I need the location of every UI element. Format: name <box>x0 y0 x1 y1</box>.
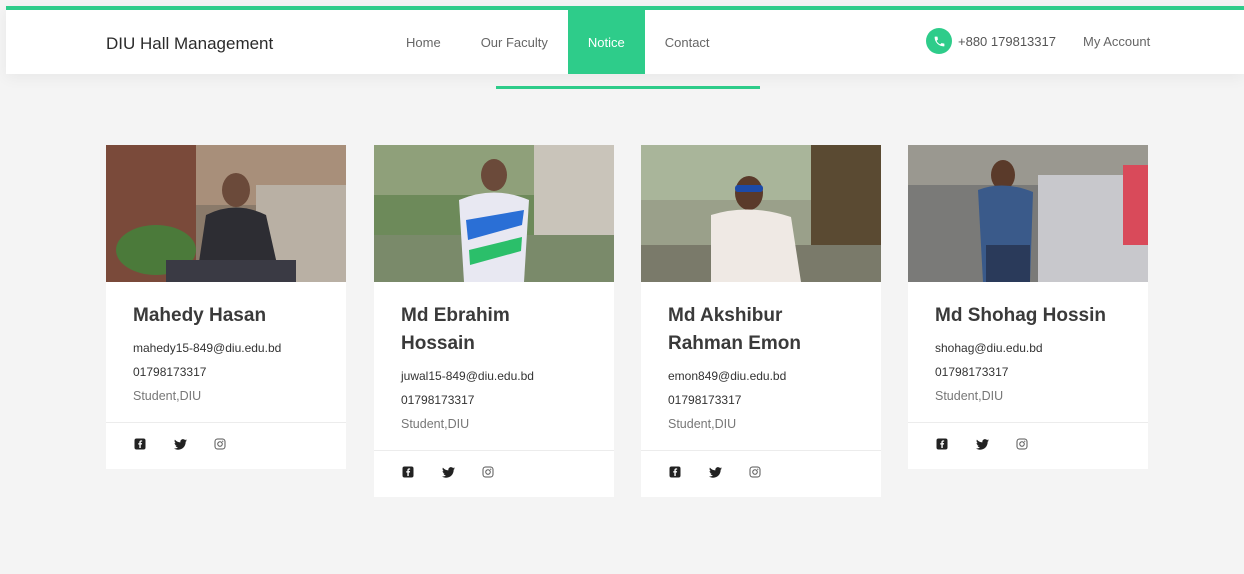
profile-photo <box>374 145 614 282</box>
instagram-icon[interactable] <box>748 465 762 479</box>
main-nav: Home Our Faculty Notice Contact <box>386 10 730 74</box>
member-phone: 01798173317 <box>401 393 475 407</box>
facebook-icon[interactable] <box>668 465 682 479</box>
team-card: Md Shohag Hossin shohag@diu.edu.bd 01798… <box>908 145 1148 469</box>
phone-contact[interactable]: +880 179813317 <box>926 28 1056 54</box>
twitter-icon[interactable] <box>441 465 455 479</box>
profile-photo <box>908 145 1148 282</box>
member-email: shohag@diu.edu.bd <box>935 341 1043 355</box>
member-phone: 01798173317 <box>935 365 1009 379</box>
member-name: Md Shohag Hossin <box>935 305 1106 326</box>
facebook-icon[interactable] <box>935 437 949 451</box>
twitter-icon[interactable] <box>173 437 187 451</box>
nav-our-faculty[interactable]: Our Faculty <box>461 10 568 74</box>
page: DIU Hall Management Home Our Faculty Not… <box>6 6 1244 574</box>
member-phone: 01798173317 <box>133 365 207 379</box>
nav-home[interactable]: Home <box>386 10 461 74</box>
social-links <box>106 423 346 469</box>
twitter-icon[interactable] <box>708 465 722 479</box>
member-role: Student,DIU <box>935 389 1004 403</box>
team-card: Md Ebrahim Hossain juwal15-849@diu.edu.b… <box>374 145 614 497</box>
instagram-icon[interactable] <box>481 465 495 479</box>
phone-icon <box>926 28 952 54</box>
member-email: emon849@diu.edu.bd <box>668 369 787 383</box>
profile-photo <box>106 145 346 282</box>
top-navbar: DIU Hall Management Home Our Faculty Not… <box>6 6 1244 74</box>
card-body: Md Ebrahim Hossain juwal15-849@diu.edu.b… <box>374 282 614 450</box>
my-account-link[interactable]: My Account <box>1083 34 1150 49</box>
member-name: Md Akshibur Rahman Emon <box>668 305 802 354</box>
card-body: Mahedy Hasan mahedy15-849@diu.edu.bd 017… <box>106 282 346 422</box>
nav-contact[interactable]: Contact <box>645 10 730 74</box>
section-divider <box>496 86 760 89</box>
team-card: Md Akshibur Rahman Emon emon849@diu.edu.… <box>641 145 881 497</box>
member-phone: 01798173317 <box>668 393 742 407</box>
facebook-icon[interactable] <box>401 465 415 479</box>
social-links <box>908 423 1148 469</box>
instagram-icon[interactable] <box>213 437 227 451</box>
profile-photo <box>641 145 881 282</box>
member-role: Student,DIU <box>668 417 737 431</box>
instagram-icon[interactable] <box>1015 437 1029 451</box>
member-name: Md Ebrahim Hossain <box>401 305 510 354</box>
brand-logo-text[interactable]: DIU Hall Management <box>106 34 273 54</box>
card-body: Md Shohag Hossin shohag@diu.edu.bd 01798… <box>908 282 1148 422</box>
member-role: Student,DIU <box>401 417 470 431</box>
member-role: Student,DIU <box>133 389 202 403</box>
member-name: Mahedy Hasan <box>133 305 267 326</box>
member-email: mahedy15-849@diu.edu.bd <box>133 341 282 355</box>
card-body: Md Akshibur Rahman Emon emon849@diu.edu.… <box>641 282 881 450</box>
facebook-icon[interactable] <box>133 437 147 451</box>
social-links <box>374 451 614 497</box>
member-email: juwal15-849@diu.edu.bd <box>401 369 534 383</box>
team-card: Mahedy Hasan mahedy15-849@diu.edu.bd 017… <box>106 145 346 469</box>
phone-number: +880 179813317 <box>958 33 1056 49</box>
twitter-icon[interactable] <box>975 437 989 451</box>
nav-notice[interactable]: Notice <box>567 10 645 74</box>
social-links <box>641 451 881 497</box>
